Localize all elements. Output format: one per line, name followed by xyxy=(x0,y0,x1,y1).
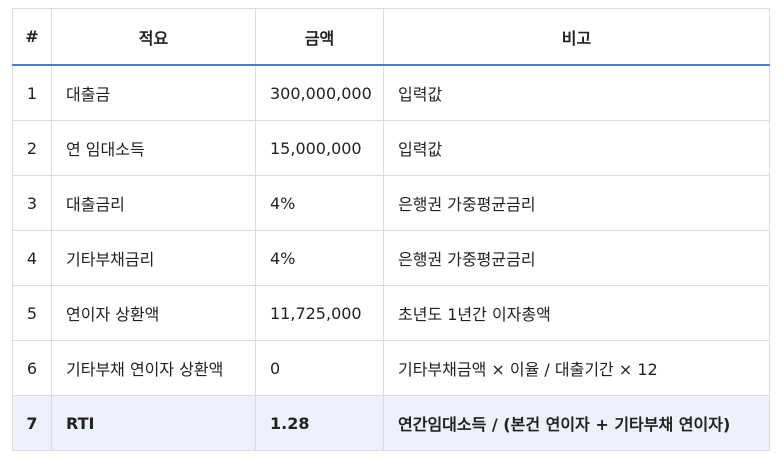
table-row: 2 연 임대소득 15,000,000 입력값 xyxy=(12,120,770,176)
total-item: RTI xyxy=(51,395,256,451)
row-number: 1 xyxy=(12,64,52,121)
row-item: 연이자 상환액 xyxy=(51,285,256,341)
header-number: # xyxy=(12,8,52,66)
row-amount: 11,725,000 xyxy=(255,285,384,341)
row-item: 연 임대소득 xyxy=(51,120,256,176)
row-amount: 15,000,000 xyxy=(255,120,384,176)
header-amount: 금액 xyxy=(255,8,384,66)
row-number: 5 xyxy=(12,285,52,341)
table-header-row: # 적요 금액 비고 xyxy=(12,8,770,66)
table-row: 1 대출금 300,000,000 입력값 xyxy=(12,64,770,121)
row-note: 초년도 1년간 이자총액 xyxy=(383,285,770,341)
rti-table: # 적요 금액 비고 1 대출금 300,000,000 입력값 2 연 임대소… xyxy=(12,8,770,451)
row-note: 기타부채금액 × 이율 / 대출기간 × 12 xyxy=(383,340,770,396)
row-note: 입력값 xyxy=(383,64,770,121)
row-number: 2 xyxy=(12,120,52,176)
row-item: 대출금 xyxy=(51,64,256,121)
table-row: 5 연이자 상환액 11,725,000 초년도 1년간 이자총액 xyxy=(12,285,770,341)
table-row: 4 기타부채금리 4% 은행권 가중평균금리 xyxy=(12,230,770,286)
table-total-row: 7 RTI 1.28 연간임대소득 / (본건 연이자 + 기타부채 연이자) xyxy=(12,395,770,451)
row-item: 기타부채금리 xyxy=(51,230,256,286)
table-row: 6 기타부채 연이자 상환액 0 기타부채금액 × 이율 / 대출기간 × 12 xyxy=(12,340,770,396)
row-note: 입력값 xyxy=(383,120,770,176)
row-number: 4 xyxy=(12,230,52,286)
rti-table-container: # 적요 금액 비고 1 대출금 300,000,000 입력값 2 연 임대소… xyxy=(12,8,770,451)
row-note: 은행권 가중평균금리 xyxy=(383,230,770,286)
row-item: 대출금리 xyxy=(51,175,256,231)
total-number: 7 xyxy=(12,395,52,451)
total-note: 연간임대소득 / (본건 연이자 + 기타부채 연이자) xyxy=(383,395,770,451)
header-item: 적요 xyxy=(51,8,256,66)
row-number: 6 xyxy=(12,340,52,396)
table-row: 3 대출금리 4% 은행권 가중평균금리 xyxy=(12,175,770,231)
row-amount: 300,000,000 xyxy=(255,64,384,121)
header-note: 비고 xyxy=(383,8,770,66)
row-amount: 0 xyxy=(255,340,384,396)
row-note: 은행권 가중평균금리 xyxy=(383,175,770,231)
row-item: 기타부채 연이자 상환액 xyxy=(51,340,256,396)
total-amount: 1.28 xyxy=(255,395,384,451)
row-amount: 4% xyxy=(255,175,384,231)
row-number: 3 xyxy=(12,175,52,231)
row-amount: 4% xyxy=(255,230,384,286)
